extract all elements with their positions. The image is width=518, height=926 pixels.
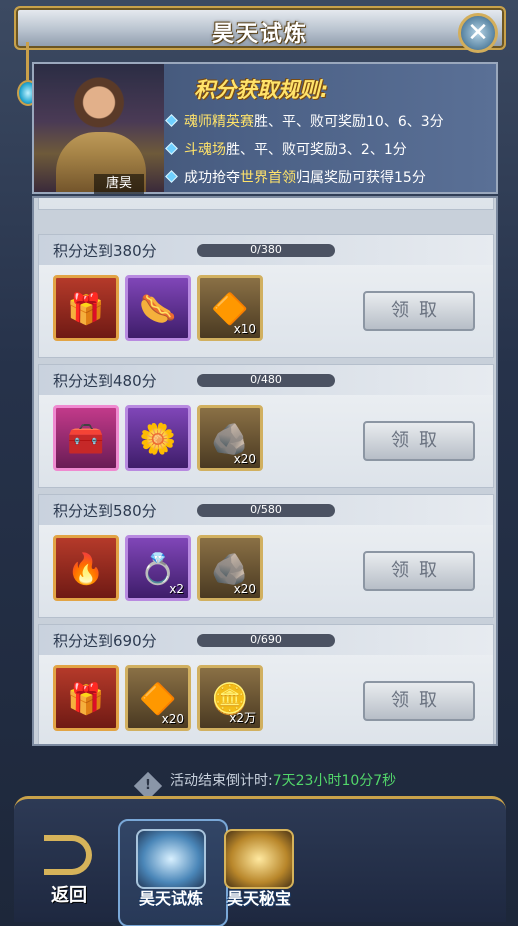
gift-box-icon[interactable]: 🎁 [53, 665, 119, 731]
diamond-bullet-icon [165, 170, 178, 183]
tab-label: 昊天秘宝 [226, 889, 291, 908]
item-quantity: x2 [169, 582, 184, 596]
back-label: 返回 [51, 885, 87, 906]
card-header: 积分达到480分 0/480 [39, 365, 493, 395]
item-quantity: x20 [233, 452, 256, 466]
card-header: 积分达到580分 0/580 [39, 495, 493, 525]
diamond-bullet-icon [165, 114, 178, 127]
title-bar: 昊天试炼 ✕ [14, 6, 506, 53]
game-window: 昊天试炼 ✕ 唐昊 积分获取规则: 魂师精英赛胜、平、败可奖励10、6、3分 斗… [0, 0, 518, 926]
rule-prefix: 成功抢夺 [184, 170, 240, 186]
treasure-chest-icon[interactable]: 🧰 [53, 405, 119, 471]
gift-box-icon[interactable]: 🎁 [53, 275, 119, 341]
character-name: 唐昊 [94, 174, 144, 194]
herb-flowers-icon[interactable]: 🌼 [125, 405, 191, 471]
score-goal-label: 积分达到690分 [53, 632, 157, 650]
reward-card-partial: x10 [38, 198, 494, 210]
window-title: 昊天试炼 [211, 22, 308, 47]
amber-gem-icon[interactable]: 🔶 x20 [125, 665, 191, 731]
progress-bar: 0/580 [197, 503, 335, 517]
rule-text: 胜、平、败可奖励10、6、3分 [254, 114, 444, 130]
item-quantity: x2万 [229, 711, 256, 725]
claim-button[interactable]: 领取 [363, 681, 475, 721]
countdown-label: 活动结束倒计时: [170, 773, 273, 789]
rule-text: 归属奖励可获得15分 [296, 170, 426, 186]
countdown-notice: ! 活动结束倒计时:7天23小时10分7秒 [133, 770, 397, 801]
item-quantity: x20 [161, 712, 184, 726]
diamond-bullet-icon [165, 142, 178, 155]
claim-button[interactable]: 领取 [363, 551, 475, 591]
progress-bar: 0/380 [197, 243, 335, 257]
tab-haotian-treasure[interactable]: 昊天秘宝 [214, 829, 304, 919]
gold-coin-icon[interactable]: 🪙 x2万 [197, 665, 263, 731]
amber-gem-icon[interactable]: 🔶 x10 [197, 275, 263, 341]
tab-haotian-trial[interactable]: 昊天试炼 [118, 819, 228, 926]
back-button[interactable]: 返回 [36, 835, 102, 909]
reward-list[interactable]: x10 积分达到380分 0/380 🎁 🌭 🔶x10 领取 积分达到480分 [32, 196, 498, 746]
reward-card-480: 积分达到480分 0/480 🧰 🌼 🪨 x20 领取 [38, 364, 494, 488]
score-goal-label: 积分达到380分 [53, 242, 157, 260]
score-goal-label: 积分达到580分 [53, 502, 157, 520]
silver-ore-icon[interactable]: 🪨 x20 [197, 535, 263, 601]
progress-text: 0/580 [250, 503, 282, 516]
close-icon: ✕ [467, 18, 489, 48]
rule-highlight: 魂师精英赛 [184, 114, 254, 130]
score-goal-label: 积分达到480分 [53, 372, 157, 390]
rule-highlight: 斗魂场 [184, 142, 226, 158]
item-quantity: x10 [233, 322, 256, 336]
rule-line-3: 成功抢夺世界首领归属奖励可获得15分 [165, 167, 426, 187]
item-quantity: x20 [233, 582, 256, 596]
countdown-value: 7天23小时10分7秒 [272, 773, 397, 789]
card-header: 积分达到690分 0/690 [39, 625, 493, 655]
trial-emblem-icon [136, 829, 206, 889]
tab-label: 昊天试炼 [138, 889, 203, 908]
close-button[interactable]: ✕ [458, 13, 498, 53]
rule-line-1: 魂师精英赛胜、平、败可奖励10、6、3分 [165, 111, 444, 131]
rule-highlight: 世界首领 [240, 170, 296, 186]
reward-card-690: 积分达到690分 0/690 🎁 🔶 x20 🪙 x2万 领取 [38, 624, 494, 744]
progress-bar: 0/480 [197, 373, 335, 387]
character-portrait: 唐昊 [34, 64, 164, 194]
bottom-nav: 返回 昊天试炼 昊天秘宝 [14, 796, 506, 926]
progress-text: 0/690 [250, 633, 282, 646]
rules-title: 积分获取规则: [194, 78, 329, 102]
reward-card-580: 积分达到580分 0/580 🔥 💍 x2 🪨 x20 领取 [38, 494, 494, 618]
progress-bar: 0/690 [197, 633, 335, 647]
chain-link [26, 42, 29, 80]
fire-orb-icon[interactable]: 🔥 [53, 535, 119, 601]
blue-ring-icon[interactable]: 💍 x2 [125, 535, 191, 601]
claim-button[interactable]: 领取 [363, 421, 475, 461]
rule-text: 胜、平、败可奖励3、2、1分 [226, 142, 407, 158]
progress-text: 0/380 [250, 243, 282, 256]
card-header: 积分达到380分 0/380 [39, 235, 493, 265]
silver-ore-icon[interactable]: 🪨 x20 [197, 405, 263, 471]
rules-banner: 唐昊 积分获取规则: 魂师精英赛胜、平、败可奖励10、6、3分 斗魂场胜、平、败… [32, 62, 498, 194]
rule-line-2: 斗魂场胜、平、败可奖励3、2、1分 [165, 139, 407, 159]
progress-text: 0/480 [250, 373, 282, 386]
treasure-chest-icon [224, 829, 294, 889]
reward-card-380: 积分达到380分 0/380 🎁 🌭 🔶 x10 领取 [38, 234, 494, 358]
claim-button[interactable]: 领取 [363, 291, 475, 331]
sausage-icon[interactable]: 🌭 [125, 275, 191, 341]
back-arrow-icon [44, 835, 92, 875]
